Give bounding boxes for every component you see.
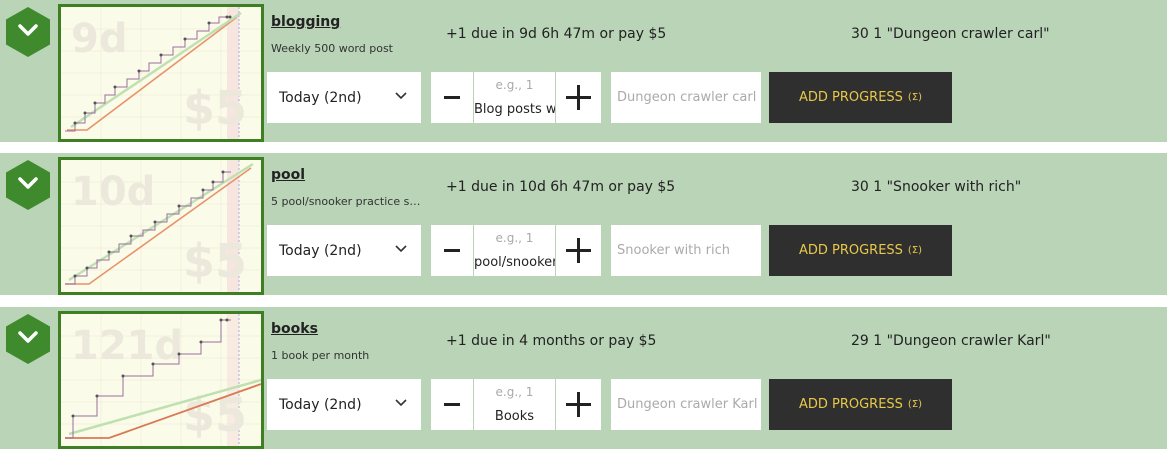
date-select-value: Today (2nd) — [279, 242, 362, 259]
comment-input[interactable]: Snooker with rich — [611, 225, 761, 276]
last-datapoint-summary: 30 1 "Snooker with rich" — [851, 179, 1022, 195]
due-status: +1 due in 4 months or pay $5 — [446, 333, 657, 349]
comment-input[interactable]: Dungeon crawler carl — [611, 72, 761, 123]
quantity-input[interactable]: e.g., 1 pool/snooker — [474, 225, 555, 276]
progress-graph-thumbnail[interactable]: 10d $5 — [58, 157, 264, 295]
goal-description: Weekly 500 word post — [271, 42, 393, 55]
chevron-down-icon — [395, 92, 407, 100]
due-status: +1 due in 9d 6h 47m or pay $5 — [446, 26, 667, 42]
goal-description: 5 pool/snooker practice se... — [271, 195, 421, 208]
minus-icon — [444, 403, 460, 406]
add-progress-label: ADD PROGRESS — [798, 243, 903, 258]
date-select-value: Today (2nd) — [279, 396, 362, 413]
sigma-label: (Σ) — [907, 92, 923, 103]
add-progress-button[interactable]: ADD PROGRESS (Σ) — [769, 379, 952, 430]
goal-name-link[interactable]: pool — [271, 167, 305, 183]
progress-graph-thumbnail[interactable]: 9d $5 — [58, 4, 264, 142]
expand-toggle-button[interactable] — [6, 160, 50, 210]
chevron-down-icon — [18, 331, 38, 343]
progress-graph-thumbnail[interactable]: 121d $5 — [58, 311, 264, 449]
chevron-down-icon — [395, 399, 407, 407]
goal-row-books: 121d $5 books 1 book per month +1 due in… — [0, 307, 1167, 449]
quantity-input[interactable]: e.g., 1 Books — [474, 379, 555, 430]
goal-units-label: Books — [494, 409, 535, 424]
minus-icon — [444, 249, 460, 252]
expand-toggle-button[interactable] — [6, 314, 50, 364]
quantity-placeholder: e.g., 1 — [495, 385, 534, 399]
date-select[interactable]: Today (2nd) — [267, 225, 421, 276]
chevron-down-icon — [395, 245, 407, 253]
last-datapoint-summary: 29 1 "Dungeon crawler Karl" — [851, 333, 1051, 349]
chevron-down-icon — [18, 24, 38, 36]
goal-name-link[interactable]: blogging — [271, 14, 340, 30]
date-select[interactable]: Today (2nd) — [267, 379, 421, 430]
date-select-value: Today (2nd) — [279, 89, 362, 106]
goal-units-label: pool/snooker — [474, 255, 555, 270]
minus-icon — [444, 96, 460, 99]
decrement-button[interactable] — [431, 72, 473, 123]
add-progress-button[interactable]: ADD PROGRESS (Σ) — [769, 225, 952, 276]
increment-button[interactable] — [556, 379, 601, 430]
add-progress-label: ADD PROGRESS — [798, 90, 903, 105]
increment-button[interactable] — [556, 72, 601, 123]
quantity-input[interactable]: e.g., 1 Blog posts w — [474, 72, 555, 123]
increment-button[interactable] — [556, 225, 601, 276]
quantity-placeholder: e.g., 1 — [495, 231, 534, 245]
date-select[interactable]: Today (2nd) — [267, 72, 421, 123]
goal-units-label: Blog posts w — [474, 102, 555, 117]
due-status: +1 due in 10d 6h 47m or pay $5 — [446, 179, 676, 195]
decrement-button[interactable] — [431, 225, 473, 276]
add-progress-button[interactable]: ADD PROGRESS (Σ) — [769, 72, 952, 123]
goal-row-pool: 10d $5 pool 5 pool/snooker practice se..… — [0, 153, 1167, 295]
add-progress-label: ADD PROGRESS — [798, 397, 903, 412]
sigma-label: (Σ) — [907, 399, 923, 410]
expand-toggle-button[interactable] — [6, 7, 50, 57]
last-datapoint-summary: 30 1 "Dungeon crawler carl" — [851, 26, 1050, 42]
goal-name-link[interactable]: books — [271, 321, 318, 337]
comment-input[interactable]: Dungeon crawler Karl — [611, 379, 761, 430]
goal-row-blogging: 9d $5 blogging Weekly 500 word post +1 d… — [0, 0, 1167, 142]
goal-description: 1 book per month — [271, 349, 370, 362]
quantity-placeholder: e.g., 1 — [495, 78, 534, 92]
decrement-button[interactable] — [431, 379, 473, 430]
chevron-down-icon — [18, 177, 38, 189]
sigma-label: (Σ) — [907, 245, 923, 256]
